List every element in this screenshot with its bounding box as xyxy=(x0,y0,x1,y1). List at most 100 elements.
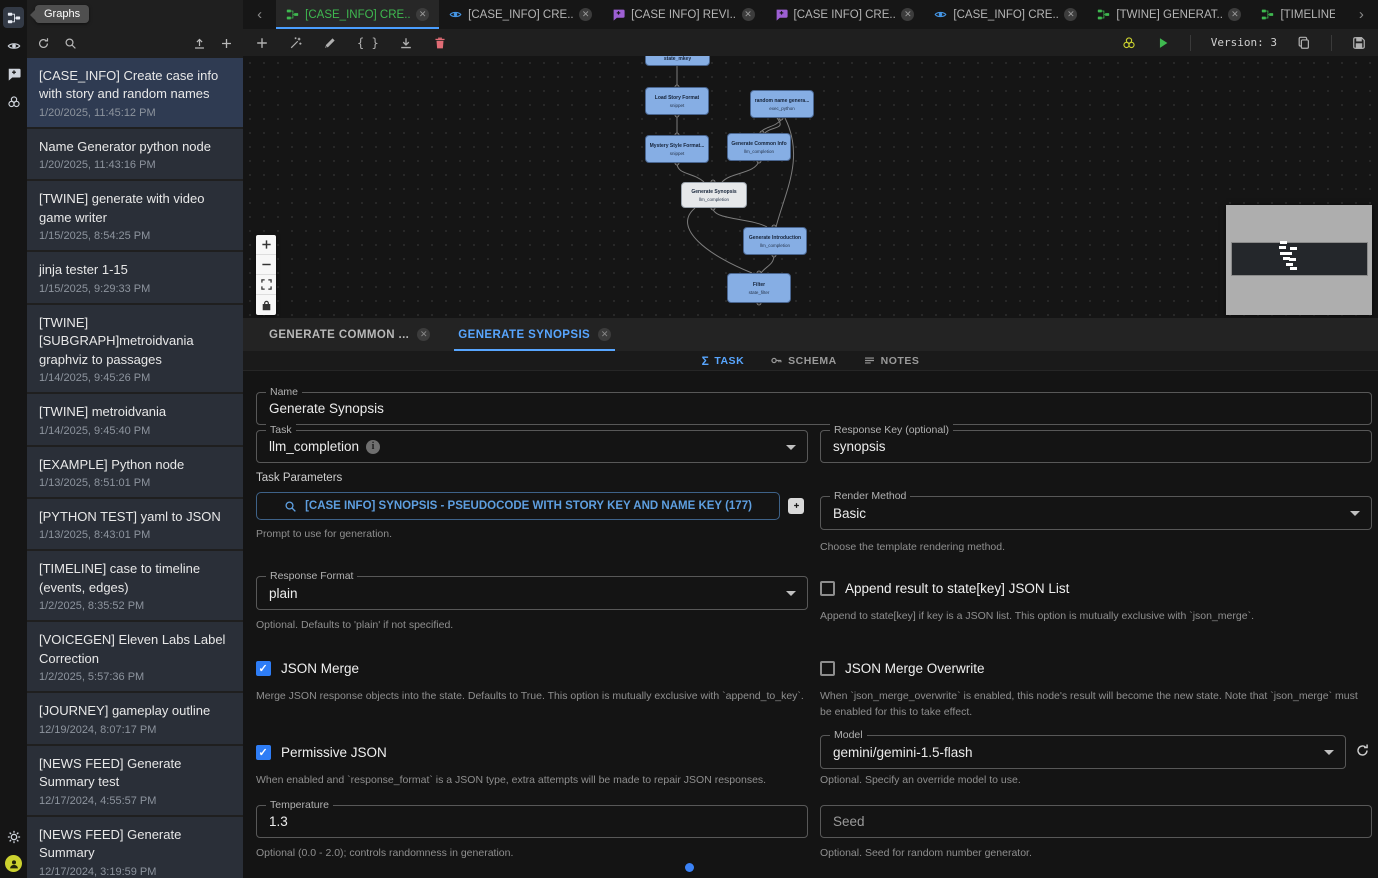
tab-task[interactable]: Σ TASK xyxy=(702,354,745,368)
render-method-select[interactable]: Render Method Basic xyxy=(820,496,1372,530)
rail-item-view[interactable] xyxy=(3,35,24,56)
graph-node[interactable]: Generate Common Infollm_completion xyxy=(727,133,791,161)
tab-twine-generate[interactable]: [TWINE] GENERAT... ✕ xyxy=(1087,0,1251,29)
comment-plus-icon xyxy=(791,501,802,512)
run-play-icon[interactable] xyxy=(1156,36,1170,50)
model-select[interactable]: Model gemini/gemini-1.5-flash xyxy=(820,735,1346,769)
list-item[interactable]: [PYTHON TEST] yaml to JSON1/13/2025, 8:4… xyxy=(27,499,243,549)
info-icon[interactable]: i xyxy=(366,440,380,454)
task-select[interactable]: Task llm_completion i xyxy=(256,430,808,463)
temperature-input[interactable] xyxy=(257,806,807,837)
rail-item-settings[interactable] xyxy=(3,826,24,847)
json-merge-overwrite-checkbox[interactable]: JSON Merge Overwrite xyxy=(820,661,985,676)
list-item[interactable]: [CASE_INFO] Create case info with story … xyxy=(27,58,243,127)
add-prompt-note-button[interactable] xyxy=(788,498,804,514)
eye-icon xyxy=(7,39,21,53)
list-item[interactable]: [TWINE] metroidvania1/14/2025, 9:45:40 P… xyxy=(27,394,243,444)
gear-icon xyxy=(7,830,21,844)
account-avatar-icon[interactable] xyxy=(5,855,22,872)
close-icon[interactable]: ✕ xyxy=(1064,8,1077,21)
graph-node[interactable]: Generate Introductionllm_completion xyxy=(743,227,807,255)
tab-schema[interactable]: SCHEMA xyxy=(770,354,837,367)
temperature-field[interactable]: Temperature xyxy=(256,805,808,838)
name-field[interactable]: Name xyxy=(256,392,1372,425)
zoom-in-icon[interactable] xyxy=(256,235,276,255)
braces-icon[interactable]: { } xyxy=(357,36,379,50)
tab-case-info-2[interactable]: [CASE_INFO] CRE... ✕ xyxy=(439,0,602,29)
list-item[interactable]: [TWINE][SUBGRAPH]metroidvania graphviz t… xyxy=(27,305,243,392)
list-item[interactable]: [TIMELINE] case to timeline (events, edg… xyxy=(27,551,243,620)
tab-case-info-1[interactable]: [CASE_INFO] CRE... ✕ xyxy=(276,0,439,29)
lock-icon[interactable] xyxy=(256,295,276,315)
download-icon[interactable] xyxy=(399,36,413,50)
close-icon[interactable]: ✕ xyxy=(579,8,592,21)
rail-item-graphs[interactable] xyxy=(3,7,24,28)
close-icon[interactable]: ✕ xyxy=(598,328,611,341)
append-to-key-checkbox[interactable]: Append result to state[key] JSON List xyxy=(820,581,1069,596)
list-item[interactable]: [VOICEGEN] Eleven Labs Label Correction1… xyxy=(27,622,243,691)
list-item[interactable]: [EXAMPLE] Python node1/13/2025, 8:51:01 … xyxy=(27,447,243,497)
add-node-icon[interactable] xyxy=(255,36,269,50)
list-item[interactable]: [NEWS FEED] Generate Summary test12/17/2… xyxy=(27,746,243,815)
graph-canvas[interactable]: state_mkey Load Story Formatsnippet rand… xyxy=(243,56,1378,318)
save-icon[interactable] xyxy=(1352,36,1366,50)
list-item[interactable]: [TWINE] generate with video game writer1… xyxy=(27,181,243,250)
tab-case-info-3[interactable]: [CASE_INFO] CRE... ✕ xyxy=(924,0,1087,29)
tab-notes[interactable]: NOTES xyxy=(863,354,920,367)
copy-icon[interactable] xyxy=(1297,36,1311,50)
name-input[interactable] xyxy=(257,393,1371,424)
json-merge-checkbox[interactable]: JSON Merge xyxy=(256,661,359,676)
graph-node[interactable]: Filterstate_filter xyxy=(727,273,791,303)
close-icon[interactable]: ✕ xyxy=(742,8,755,21)
graph-node-selected[interactable]: Generate Synopsisllm_completion xyxy=(681,182,747,208)
chevron-down-icon xyxy=(1324,750,1334,760)
node-tab-generate-common[interactable]: GENERATE COMMON ... ✕ xyxy=(255,318,444,351)
node-tab-generate-synopsis[interactable]: GENERATE SYNOPSIS ✕ xyxy=(444,318,625,351)
response-format-select[interactable]: Response Format plain xyxy=(256,576,808,610)
graph-node[interactable]: Load Story Formatsnippet xyxy=(645,87,709,115)
edit-pencil-icon[interactable] xyxy=(323,36,337,50)
graph-node[interactable]: Mystery Style Format...snippet xyxy=(645,135,709,163)
seed-input[interactable] xyxy=(821,806,1371,837)
refresh-icon[interactable] xyxy=(37,37,50,50)
minimap[interactable] xyxy=(1226,205,1372,315)
search-icon xyxy=(284,500,297,513)
minimap-viewport[interactable] xyxy=(1231,242,1368,276)
close-icon[interactable]: ✕ xyxy=(416,8,429,21)
seed-field[interactable] xyxy=(820,805,1372,838)
tab-case-info-create[interactable]: [CASE INFO] CRE... ✕ xyxy=(765,0,925,29)
knot-icon[interactable] xyxy=(1122,36,1136,50)
comment-plus-icon xyxy=(7,67,21,81)
zoom-out-icon[interactable] xyxy=(256,255,276,275)
rail-item-pipelines[interactable] xyxy=(3,91,24,112)
temperature-helper: Optional (0.0 - 2.0); controls randomnes… xyxy=(256,845,513,861)
fit-view-icon[interactable] xyxy=(256,275,276,295)
delete-trash-icon[interactable] xyxy=(433,36,447,50)
permissive-json-checkbox[interactable]: Permissive JSON xyxy=(256,745,387,760)
graph-node[interactable]: state_mkey xyxy=(645,56,710,66)
scroll-indicator[interactable] xyxy=(685,863,694,872)
tab-case-info-review[interactable]: [CASE INFO] REVI... ✕ xyxy=(602,0,764,29)
close-icon[interactable]: ✕ xyxy=(1228,8,1241,21)
list-item[interactable]: [NEWS FEED] Generate Summary12/17/2024, … xyxy=(27,817,243,878)
prompt-select-button[interactable]: [CASE INFO] SYNOPSIS - PSEUDOCODE WITH S… xyxy=(256,492,780,520)
response-key-field[interactable]: Response Key (optional) xyxy=(820,430,1372,463)
upload-icon[interactable] xyxy=(193,37,206,50)
checkbox-unchecked-icon xyxy=(820,581,835,596)
list-item[interactable]: [JOURNEY] gameplay outline12/19/2024, 8:… xyxy=(27,693,243,743)
graph-icon xyxy=(286,8,299,21)
auto-layout-wand-icon[interactable] xyxy=(289,36,303,50)
close-icon[interactable]: ✕ xyxy=(417,328,430,341)
list-item[interactable]: Name Generator python node1/20/2025, 11:… xyxy=(27,129,243,179)
list-item[interactable]: jinja tester 1-151/15/2025, 9:29:33 PM xyxy=(27,252,243,302)
rail-item-prompts[interactable] xyxy=(3,63,24,84)
search-icon[interactable] xyxy=(64,37,77,50)
model-refresh-icon[interactable] xyxy=(1355,743,1373,761)
close-icon[interactable]: ✕ xyxy=(901,8,914,21)
tabs-scroll-right-icon[interactable]: › xyxy=(1345,0,1378,29)
graph-icon xyxy=(1261,8,1274,21)
tab-timeline[interactable]: [TIMELINE xyxy=(1251,0,1344,29)
add-icon[interactable] xyxy=(220,37,233,50)
tabs-scroll-left-icon[interactable]: ‹ xyxy=(243,0,276,29)
graph-node[interactable]: random name genera...exec_python xyxy=(750,90,814,118)
